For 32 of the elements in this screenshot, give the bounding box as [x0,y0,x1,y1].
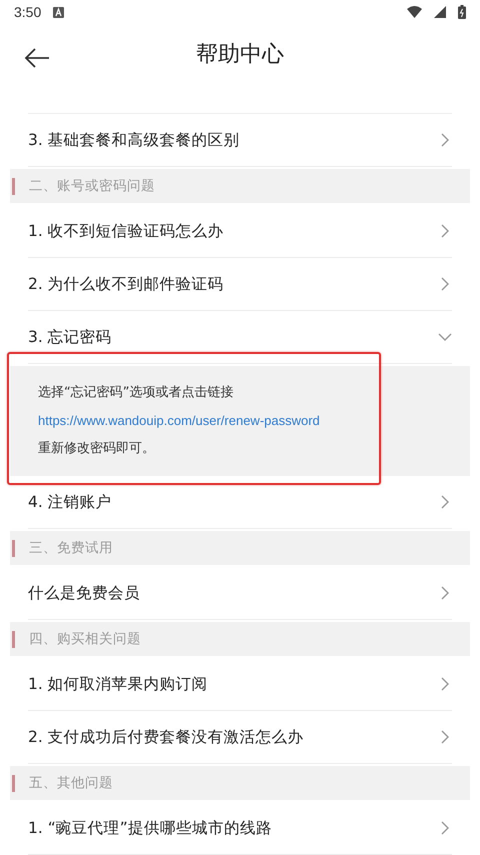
faq-question: 2. 支付成功后付费套餐没有激活怎么办 [28,726,304,748]
section-title: 五、其他问题 [29,774,113,792]
section-title: 三、免费试用 [29,539,113,557]
answer-text: 重新修改密码即可。 [38,440,156,458]
battery-icon [458,5,466,20]
page-title: 帮助中心 [196,40,284,69]
signal-icon [434,6,446,18]
faq-question: 4. 注销账户 [28,492,112,512]
faq-item[interactable]: 2. 为什么收不到邮件验证码 [28,258,452,311]
status-time: 3:50 [14,4,42,20]
faq-question: 3. 忘记密码 [28,326,112,348]
faq-item[interactable]: 什么是免费会员 [28,567,452,620]
faq-item[interactable]: 2. 支付成功后付费套餐没有激活怎么办 [28,711,452,764]
faq-item[interactable]: 1. 收不到短信验证码怎么办 [28,205,452,258]
faq-item[interactable]: 3. 基础套餐和高级套餐的区别 [28,114,452,167]
wifi-icon [407,6,422,18]
faq-question: 1. “豌豆代理”提供哪些城市的线路 [28,818,272,838]
faq-question: 3. 基础套餐和高级套餐的区别 [28,130,240,150]
faq-item[interactable]: 1. 如何取消苹果内购订阅 [28,658,452,711]
faq-item[interactable]: 3. 忘记密码 [28,311,452,364]
password-link[interactable]: https://www.wandouip.com/user/renew-password [38,412,470,430]
faq-question: 1. 如何取消苹果内购订阅 [28,674,208,694]
notification-icon [53,6,64,18]
faq-item[interactable]: 4. 注销账户 [28,476,452,529]
back-arrow-icon [24,48,50,68]
faq-question: 1. 收不到短信验证码怎么办 [28,220,224,242]
section-title: 二、账号或密码问题 [29,177,155,195]
faq-item[interactable]: 1. “豌豆代理”提供哪些城市的线路 [28,802,452,855]
faq-question: 2. 为什么收不到邮件验证码 [28,274,224,294]
faq-question: 什么是免费会员 [28,582,140,604]
answer-text: 选择“忘记密码”选项或者点击链接 [38,384,234,402]
section-title: 四、购买相关问题 [29,630,141,648]
